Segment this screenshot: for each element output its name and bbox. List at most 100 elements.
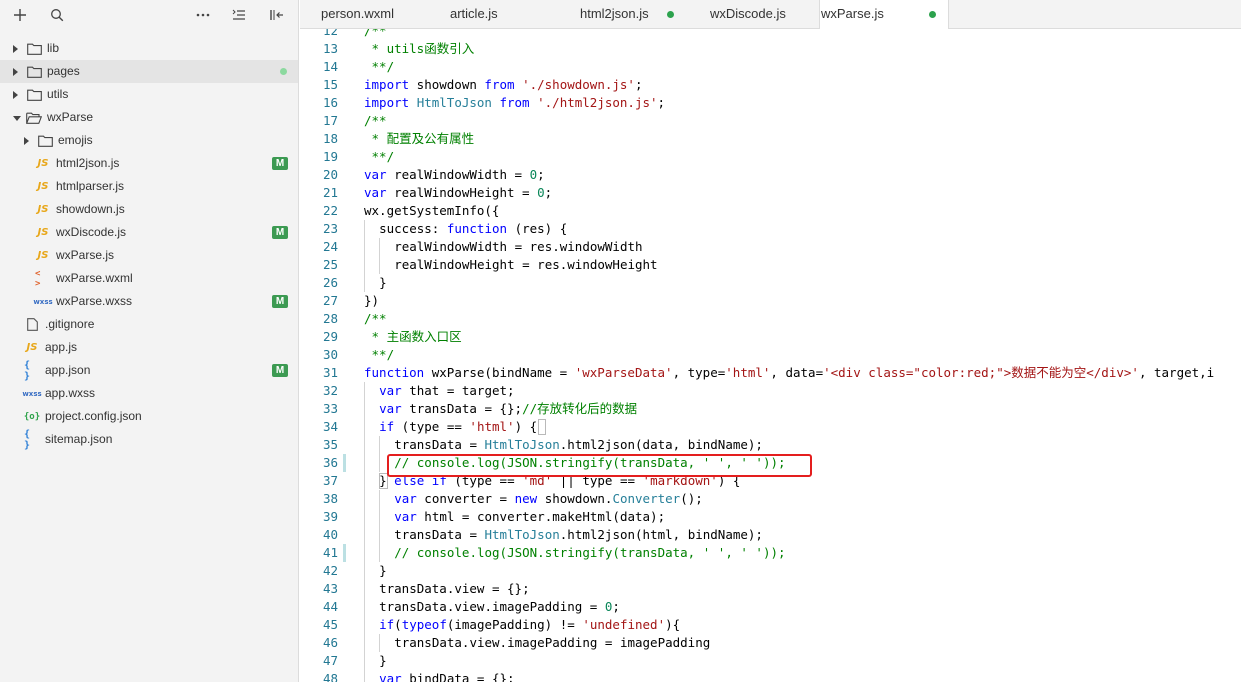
code-line[interactable]: 39 var html = converter.makeHtml(data);: [300, 508, 1241, 526]
code-text: realWindowHeight = res.windowHeight: [394, 256, 657, 274]
code-line[interactable]: 16 import HtmlToJson from './html2json.js…: [300, 94, 1241, 112]
tree-item-utils[interactable]: utils: [0, 83, 298, 106]
plus-icon[interactable]: [10, 5, 30, 25]
tree-item-project-config-json[interactable]: {o} project.config.json: [0, 405, 298, 428]
code-line[interactable]: 41 // console.log(JSON.stringify(transDat…: [300, 544, 1241, 562]
change-marker: [343, 544, 346, 562]
tree-item-html2json-js[interactable]: JS html2json.js M: [0, 152, 298, 175]
code-token: .html2json(data, bindName);: [559, 437, 763, 452]
file-icon: [24, 317, 40, 332]
indent-guide: [364, 490, 365, 508]
tree-item-wxparse-js[interactable]: JS wxParse.js: [0, 244, 298, 267]
chevron-right-icon[interactable]: [13, 68, 18, 76]
code-line[interactable]: 30 **/: [300, 346, 1241, 364]
code-line[interactable]: 26}: [300, 274, 1241, 292]
code-line[interactable]: 40 transData = HtmlToJson.html2json(html,…: [300, 526, 1241, 544]
code-line[interactable]: 28 /**: [300, 310, 1241, 328]
chevron-right-icon[interactable]: [13, 45, 18, 53]
code-text: if (type == 'html') {: [379, 418, 537, 436]
code-line[interactable]: 42}: [300, 562, 1241, 580]
code-line[interactable]: 32 var that = target;: [300, 382, 1241, 400]
code-token: * 主函数入口区: [364, 329, 462, 344]
sort-icon[interactable]: [229, 5, 249, 25]
line-number: 30: [322, 347, 338, 362]
line-number: 45: [322, 617, 338, 632]
tree-item-htmlparser-js[interactable]: JS htmlparser.js: [0, 175, 298, 198]
code-token: var: [394, 491, 417, 506]
code-token: function: [364, 365, 425, 380]
code-line[interactable]: 48 var bindData = {};: [300, 670, 1241, 682]
code-line[interactable]: 34 if (type == 'html') {: [300, 418, 1241, 436]
tree-item-app-js[interactable]: JS app.js: [0, 336, 298, 359]
code-line[interactable]: 43 transData.view = {};: [300, 580, 1241, 598]
tree-item-lib[interactable]: lib: [0, 37, 298, 60]
code-line[interactable]: 14 **/: [300, 58, 1241, 76]
code-line[interactable]: 33 var transData = {};//存放转化后的数据: [300, 400, 1241, 418]
tree-item-label: wxParse: [47, 110, 94, 124]
code-line[interactable]: 22 wx.getSystemInfo({: [300, 202, 1241, 220]
chevron-right-icon[interactable]: [13, 91, 18, 99]
code-text: }): [364, 292, 379, 310]
code-text: function wxParse(bindName = 'wxParseData…: [364, 364, 1214, 382]
tree-item-wxdiscode-js[interactable]: JS wxDiscode.js M: [0, 221, 298, 244]
line-number: 33: [322, 401, 338, 416]
code-token: './showdown.js': [522, 77, 635, 92]
tree-item-wxparse-wxss[interactable]: wxss wxParse.wxss M: [0, 290, 298, 313]
code-line[interactable]: 47}: [300, 652, 1241, 670]
code-text: var transData = {};//存放转化后的数据: [379, 400, 637, 418]
code-line[interactable]: 19 **/: [300, 148, 1241, 166]
chevron-right-icon[interactable]: [24, 137, 29, 145]
tree-item-app-wxss[interactable]: wxss app.wxss: [0, 382, 298, 405]
search-icon[interactable]: [47, 5, 67, 25]
tree-item-wxparse[interactable]: wxParse: [0, 106, 298, 129]
tree-item-emojis[interactable]: emojis: [0, 129, 298, 152]
tab-wxparse-js[interactable]: wxParse.js: [819, 0, 949, 29]
indent-guide: [364, 256, 365, 274]
code-line[interactable]: 35 transData = HtmlToJson.html2json(data,…: [300, 436, 1241, 454]
code-line[interactable]: 29 * 主函数入口区: [300, 328, 1241, 346]
wxml-file-icon: < >: [35, 268, 41, 289]
code-line[interactable]: 13 * utils函数引入: [300, 40, 1241, 58]
file-tree: lib pages utils wxParse emojis JS html2json.js…: [0, 37, 298, 451]
code-line[interactable]: 12 /**: [300, 29, 1241, 40]
json-file-icon: { }: [24, 359, 31, 382]
tree-item-wxparse-wxml[interactable]: < > wxParse.wxml: [0, 267, 298, 290]
code-text: success: function (res) {: [379, 220, 567, 238]
more-icon[interactable]: [193, 5, 213, 25]
code-line[interactable]: 38 var converter = new showdown.Converter…: [300, 490, 1241, 508]
line-number: 43: [322, 581, 338, 596]
chevron-down-icon[interactable]: [13, 116, 21, 121]
code-line[interactable]: 17 /**: [300, 112, 1241, 130]
code-token: transData =: [394, 437, 485, 452]
code-line[interactable]: 18 * 配置及公有属性: [300, 130, 1241, 148]
code-text: }: [379, 562, 387, 580]
tree-item-label: project.config.json: [45, 409, 142, 423]
indent-guide: [364, 220, 365, 238]
tree-item-showdown-js[interactable]: JS showdown.js: [0, 198, 298, 221]
tree-item-app-json[interactable]: { } app.json M: [0, 359, 298, 382]
code-line[interactable]: 27}): [300, 292, 1241, 310]
line-number: 15: [322, 77, 338, 92]
code-line[interactable]: 24 realWindowWidth = res.windowWidth: [300, 238, 1241, 256]
code-editor[interactable]: 12/** 13 * utils函数引入 14 **/15 import showdo…: [300, 29, 1241, 682]
code-line[interactable]: 44 transData.view.imagePadding = 0;: [300, 598, 1241, 616]
code-line[interactable]: 31 function wxParse(bindName = 'wxParseDa…: [300, 364, 1241, 382]
line-number: 27: [322, 293, 338, 308]
code-line[interactable]: 20 var realWindowWidth = 0;: [300, 166, 1241, 184]
code-line[interactable]: 23 success: function (res) {: [300, 220, 1241, 238]
tree-item-pages[interactable]: pages: [0, 60, 298, 83]
code-line[interactable]: 21 var realWindowHeight = 0;: [300, 184, 1241, 202]
code-line[interactable]: 15 import showdown from './showdown.js';: [300, 76, 1241, 94]
code-text: * utils函数引入: [364, 40, 475, 58]
code-line[interactable]: 46 transData.view.imagePadding = imagePad…: [300, 634, 1241, 652]
code-line[interactable]: 45 if(typeof(imagePadding) != 'undefined'…: [300, 616, 1241, 634]
code-line[interactable]: 25 realWindowHeight = res.windowHeight: [300, 256, 1241, 274]
indent-guide: [364, 238, 365, 256]
collapse-sidebar-icon[interactable]: [267, 5, 287, 25]
tree-item-gitignore[interactable]: .gitignore: [0, 313, 298, 336]
line-number: 13: [322, 41, 338, 56]
code-text: **/: [364, 346, 395, 364]
tree-item-sitemap-json[interactable]: { } sitemap.json: [0, 428, 298, 451]
tab-label: person.wxml: [321, 6, 394, 21]
tree-item-label: utils: [47, 87, 69, 101]
